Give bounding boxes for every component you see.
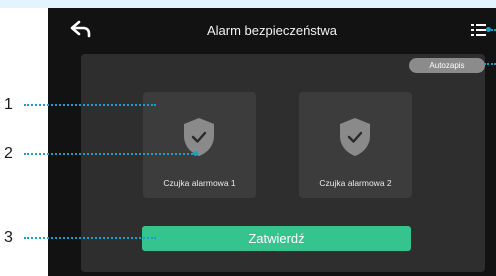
callout-line-menu	[488, 29, 496, 31]
sensor-label: Czujka alarmowa 1	[163, 178, 236, 188]
callout-number-3: 3	[4, 229, 13, 246]
top-strip	[0, 0, 496, 8]
callout-dot-2	[193, 151, 198, 156]
list-menu-icon[interactable]	[471, 23, 487, 37]
callout-number-1: 1	[4, 96, 13, 113]
callout-line-1	[24, 104, 156, 106]
sensor-label: Czujka alarmowa 2	[319, 178, 392, 188]
shield-check-icon	[184, 118, 214, 156]
confirm-button[interactable]: Zatwierdź	[142, 226, 411, 251]
callout-line-2	[24, 153, 196, 155]
callout-line-autosave	[484, 63, 496, 65]
callout-line-3	[24, 237, 156, 239]
sensor-card-2[interactable]: Czujka alarmowa 2	[299, 92, 412, 198]
device-screen: Alarm bezpieczeństwa Autozapis Czujka al…	[48, 8, 496, 276]
page-title: Alarm bezpieczeństwa	[206, 23, 338, 38]
shield-check-icon	[340, 118, 370, 156]
callout-number-2: 2	[4, 145, 13, 162]
autosave-badge[interactable]: Autozapis	[409, 58, 485, 73]
sensor-card-1[interactable]: Czujka alarmowa 1	[143, 92, 256, 198]
